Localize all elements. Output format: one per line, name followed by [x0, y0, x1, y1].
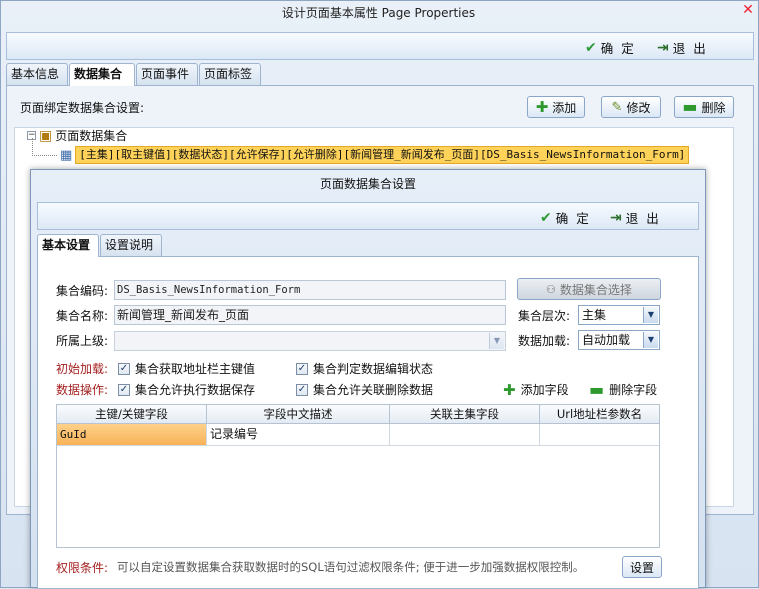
permission-set-button[interactable]: 设置: [622, 556, 662, 578]
table-icon: ▦: [60, 147, 73, 163]
checkbox-checked-icon[interactable]: ✓: [296, 362, 308, 375]
tree-connector: [32, 138, 33, 156]
tree-root-label: 页面数据集合: [55, 129, 128, 143]
tree-connector-h: [32, 155, 57, 156]
grid-cell[interactable]: [390, 424, 540, 446]
check-icon: ✔: [540, 209, 552, 226]
checkbox-checked-icon[interactable]: ✓: [118, 362, 130, 375]
plus-icon: ✚: [535, 98, 549, 116]
grid-cell[interactable]: 记录编号: [207, 424, 390, 446]
dialog-ok-button[interactable]: ✔ 确 定: [540, 208, 591, 227]
exit-icon: ⇥: [610, 209, 622, 226]
exit-label: 退 出: [672, 41, 708, 56]
dialog-ok-label: 确 定: [555, 211, 591, 226]
dialog-exit-button[interactable]: ⇥ 退 出: [610, 208, 661, 227]
pencil-icon: ✎: [611, 99, 623, 115]
tab-basic-settings[interactable]: 基本设置: [37, 234, 99, 257]
edit-label: 修改: [626, 100, 651, 115]
opt-allow-save[interactable]: ✓ 集合允许执行数据保存: [118, 381, 255, 398]
delete-label: 删除: [701, 100, 726, 115]
opt-get-primary-key[interactable]: ✓ 集合获取地址栏主键值: [118, 360, 255, 377]
dialog-toolbar: ✔ 确 定 ⇥ 退 出: [37, 202, 699, 230]
checkbox-checked-icon[interactable]: ✓: [118, 383, 130, 396]
tab-page-events[interactable]: 页面事件: [136, 63, 198, 85]
plus-icon: ✚: [503, 380, 516, 399]
tab-page-tags[interactable]: 页面标签: [199, 63, 261, 85]
parent-select[interactable]: ▼: [114, 331, 506, 351]
exit-icon: ⇥: [657, 39, 669, 56]
opt-allow-save-label: 集合允许执行数据保存: [135, 383, 256, 397]
permission-desc: 可以自定设置数据集合获取数据时的SQL语句过滤权限条件; 便于进一步加强数据权限…: [117, 560, 585, 574]
minus-icon: ▬: [682, 97, 698, 116]
delete-field-button[interactable]: ▬ 删除字段: [589, 381, 657, 398]
field-grid: 主键/关键字段 字段中文描述 关联主集字段 Url地址栏参数名 GuId 记录编…: [56, 404, 660, 548]
opt-allow-delete-label: 集合允许关联删除数据: [313, 383, 434, 397]
tab-data-sets[interactable]: 数据集合: [69, 63, 135, 86]
code-field[interactable]: DS_Basis_NewsInformation_Form: [114, 280, 506, 300]
opt-get-primary-key-label: 集合获取地址栏主键值: [135, 362, 256, 376]
grid-cell[interactable]: GuId: [57, 424, 207, 446]
binoculars-icon: ⚇: [546, 282, 556, 296]
add-label: 添加: [552, 100, 577, 115]
binding-label: 页面绑定数据集合设置:: [20, 101, 145, 115]
name-label: 集合名称:: [56, 309, 109, 323]
delete-field-label: 删除字段: [609, 383, 658, 397]
parent-label: 所属上级:: [56, 334, 109, 348]
load-value: 自动加载: [582, 333, 631, 347]
tab-settings-help[interactable]: 设置说明: [100, 234, 162, 256]
tree-root[interactable]: − ▣ 页面数据集合: [27, 127, 127, 144]
dialog-title: 页面数据集合设置: [319, 177, 416, 191]
chevron-down-icon[interactable]: ▼: [643, 332, 658, 348]
check-icon: ✔: [585, 39, 597, 56]
grid-header[interactable]: 主键/关键字段: [57, 405, 207, 424]
exit-button[interactable]: ⇥ 退 出: [657, 38, 708, 57]
add-field-button[interactable]: ✚ 添加字段: [503, 381, 569, 398]
init-load-label: 初始加载:: [56, 362, 109, 376]
permission-label: 权限条件:: [56, 561, 109, 575]
window-title: 设计页面基本属性 Page Properties: [281, 6, 476, 20]
folder-icon: ▣: [39, 127, 53, 144]
level-label: 集合层次:: [518, 309, 571, 323]
ok-button[interactable]: ✔ 确 定: [585, 38, 636, 57]
checkbox-checked-icon[interactable]: ✓: [296, 383, 308, 396]
tree-child[interactable]: ▦ [主集][取主键值][数据状态][允许保存][允许删除][新闻管理_新闻发布…: [60, 146, 690, 164]
dataset-select-button[interactable]: ⚇ 数据集合选择: [517, 278, 661, 300]
load-select[interactable]: 自动加载 ▼: [578, 330, 660, 350]
add-button[interactable]: ✚ 添加: [527, 96, 585, 118]
opt-edit-state[interactable]: ✓ 集合判定数据编辑状态: [296, 360, 433, 377]
load-label: 数据加载:: [518, 334, 571, 348]
data-ops-label: 数据操作:: [56, 383, 109, 397]
tree-child-label: [主集][取主键值][数据状态][允许保存][允许删除][新闻管理_新闻发布_页…: [75, 146, 690, 164]
code-label: 集合编码:: [56, 284, 109, 298]
edit-button[interactable]: ✎ 修改: [601, 96, 661, 118]
grid-header[interactable]: 关联主集字段: [390, 405, 540, 424]
dialog-exit-label: 退 出: [625, 211, 661, 226]
ok-label: 确 定: [600, 41, 636, 56]
level-select[interactable]: 主集 ▼: [578, 305, 660, 325]
grid-cell[interactable]: [540, 424, 659, 446]
minus-icon: ▬: [589, 379, 605, 399]
opt-allow-delete[interactable]: ✓ 集合允许关联删除数据: [296, 381, 433, 398]
chevron-down-icon[interactable]: ▼: [643, 307, 658, 323]
name-field[interactable]: 新闻管理_新闻发布_页面: [114, 305, 506, 325]
dataset-select-label: 数据集合选择: [559, 282, 632, 297]
chevron-down-icon[interactable]: ▼: [489, 333, 504, 349]
permission-set-label: 设置: [629, 560, 654, 575]
delete-button[interactable]: ▬ 删除: [674, 96, 734, 118]
grid-header[interactable]: 字段中文描述: [207, 405, 390, 424]
tab-basic-info[interactable]: 基本信息: [6, 63, 68, 85]
add-field-label: 添加字段: [520, 383, 569, 397]
grid-header[interactable]: Url地址栏参数名: [540, 405, 659, 424]
outer-toolbar: ✔ 确 定 ⇥ 退 出: [6, 32, 754, 60]
level-value: 主集: [582, 308, 607, 322]
opt-edit-state-label: 集合判定数据编辑状态: [313, 362, 434, 376]
close-icon[interactable]: ✕: [737, 0, 759, 22]
